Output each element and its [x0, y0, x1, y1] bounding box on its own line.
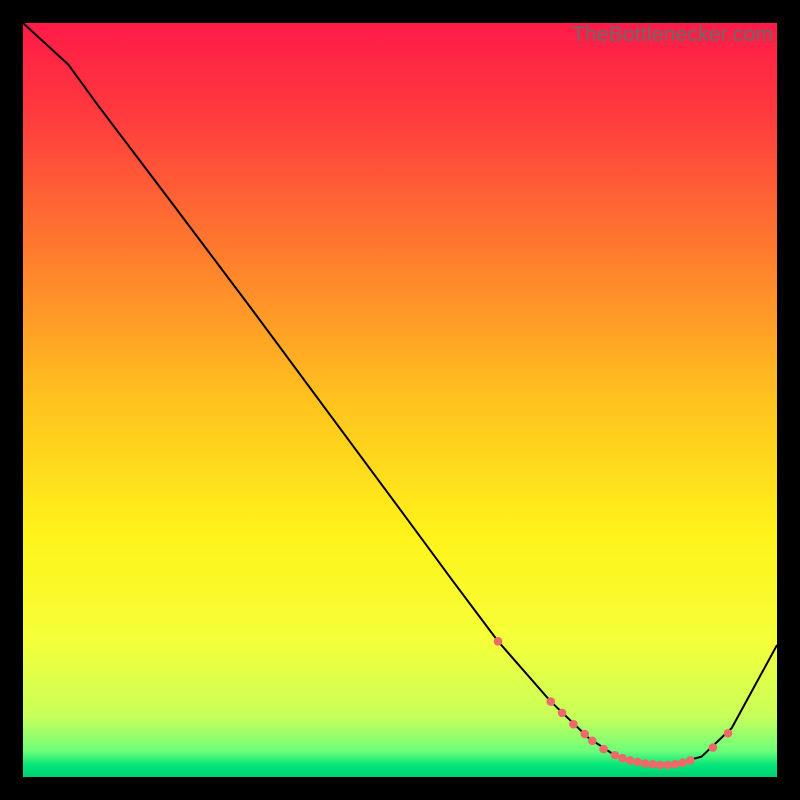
marker-dot — [648, 760, 657, 769]
marker-dot — [558, 709, 567, 718]
chart-frame: TheBottlenecker.com — [23, 23, 777, 777]
marker-dot — [678, 758, 687, 767]
marker-dot — [494, 637, 503, 646]
marker-dot — [663, 761, 672, 770]
marker-dot — [671, 760, 680, 769]
marker-dot — [569, 720, 578, 729]
marker-dot — [611, 751, 620, 760]
marker-dot — [588, 737, 597, 746]
marker-dot — [547, 697, 556, 706]
marker-dot — [618, 754, 627, 763]
watermark-label: TheBottlenecker.com — [572, 23, 773, 47]
marker-dot — [633, 758, 642, 767]
marker-dot — [599, 745, 608, 754]
marker-dot — [580, 730, 589, 739]
gradient-background — [23, 23, 777, 777]
marker-dot — [656, 761, 665, 770]
marker-dot — [626, 756, 635, 765]
marker-dot — [686, 756, 695, 765]
marker-dot — [641, 759, 650, 768]
marker-dot — [709, 743, 718, 752]
bottleneck-chart — [23, 23, 777, 777]
marker-dot — [724, 729, 733, 738]
